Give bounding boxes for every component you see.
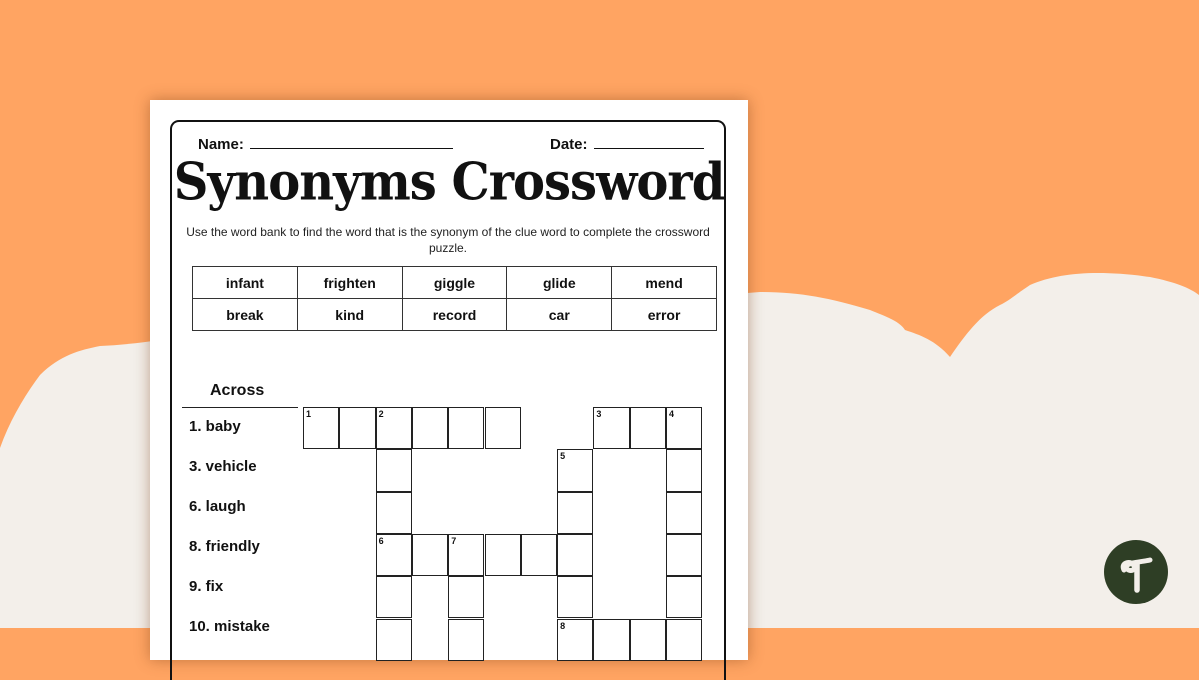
word-bank-word: frighten [296,266,403,299]
crossword-cell[interactable] [339,407,376,450]
crossword-cell[interactable] [666,533,703,577]
word-bank: infant frighten giggle glide mend break … [192,266,717,331]
crossword-cell[interactable]: 6 [375,533,412,577]
clue-number: 6 [378,535,384,546]
crossword-cell[interactable] [375,576,412,619]
crossword-cell[interactable]: 2 [375,407,412,450]
teach-starter-logo [1104,540,1168,604]
crossword-cell[interactable] [375,491,412,534]
crossword-cell[interactable]: 5 [557,449,594,492]
teach-starter-logo-icon [1120,557,1153,593]
clue-number: 2 [378,409,384,419]
crossword-cell[interactable] [375,449,412,492]
crossword-cell[interactable] [557,576,594,619]
crossword-cell[interactable] [411,533,449,577]
word-bank-word: mend [611,266,717,299]
crossword-cell[interactable]: 1 [303,407,340,450]
name-field: Name: [198,134,453,153]
word-bank-row: break kind record car error [192,298,717,331]
clue-number: 8 [560,620,566,631]
crossword-cell[interactable] [484,533,521,577]
across-divider [182,407,298,408]
crossword-cell[interactable] [448,618,485,661]
crossword-cell[interactable] [666,491,703,534]
across-clue: 9. fix [189,578,224,595]
crossword-cell[interactable] [520,533,558,577]
crossword-cell[interactable] [557,491,594,534]
across-clue: 10. mistake [189,618,270,635]
word-bank-row: infant frighten giggle glide mend [192,266,717,299]
crossword-cell[interactable] [629,618,666,661]
clue-number: 4 [669,409,675,419]
word-bank-word: car [506,298,613,331]
crossword-cell[interactable]: 7 [448,533,485,577]
crossword-cell[interactable] [593,618,630,661]
worksheet-title: Synonyms Crossword [173,151,726,213]
crossword-cell[interactable] [557,533,594,577]
across-clue: 8. friendly [189,538,260,555]
crossword-cell[interactable]: 4 [666,407,703,450]
crossword-cell[interactable] [666,618,703,661]
crossword-cell[interactable] [375,618,412,661]
word-bank-word: kind [296,298,403,331]
crossword-cell[interactable] [448,576,485,619]
date-label: Date: [550,136,588,153]
crossword-grid: 1 2 3 4 5 6 7 8 [303,407,723,667]
clue-number: 5 [560,451,566,462]
across-clue: 3. vehicle [189,458,257,475]
word-bank-word: infant [192,266,298,299]
clue-number: 1 [306,409,312,419]
word-bank-word: error [611,298,717,331]
across-heading: Across [210,382,265,399]
date-blank-line [593,134,704,149]
crossword-cell[interactable] [666,449,703,492]
crossword-cell[interactable] [448,407,485,450]
word-bank-word: record [401,298,508,331]
crossword-cell[interactable] [666,576,703,619]
across-clue: 1. baby [189,418,241,435]
word-bank-word: giggle [401,266,508,299]
date-field: Date: [550,134,704,153]
crossword-cell[interactable]: 8 [557,618,594,661]
name-blank-line [249,134,453,149]
across-clue: 6. laugh [189,498,246,515]
word-bank-word: glide [506,266,613,299]
name-label: Name: [198,136,244,153]
crossword-cell[interactable] [411,407,449,450]
crossword-cell[interactable] [484,407,521,450]
worksheet-page: Name: Date: Synonyms Crossword Use the w… [150,100,748,680]
word-bank-word: break [192,298,298,331]
crossword-cell[interactable] [629,407,666,450]
clue-number: 3 [596,409,602,419]
instructions: Use the word bank to find the word that … [186,225,710,255]
clue-number: 7 [451,535,457,546]
crossword-cell[interactable]: 3 [593,407,630,450]
